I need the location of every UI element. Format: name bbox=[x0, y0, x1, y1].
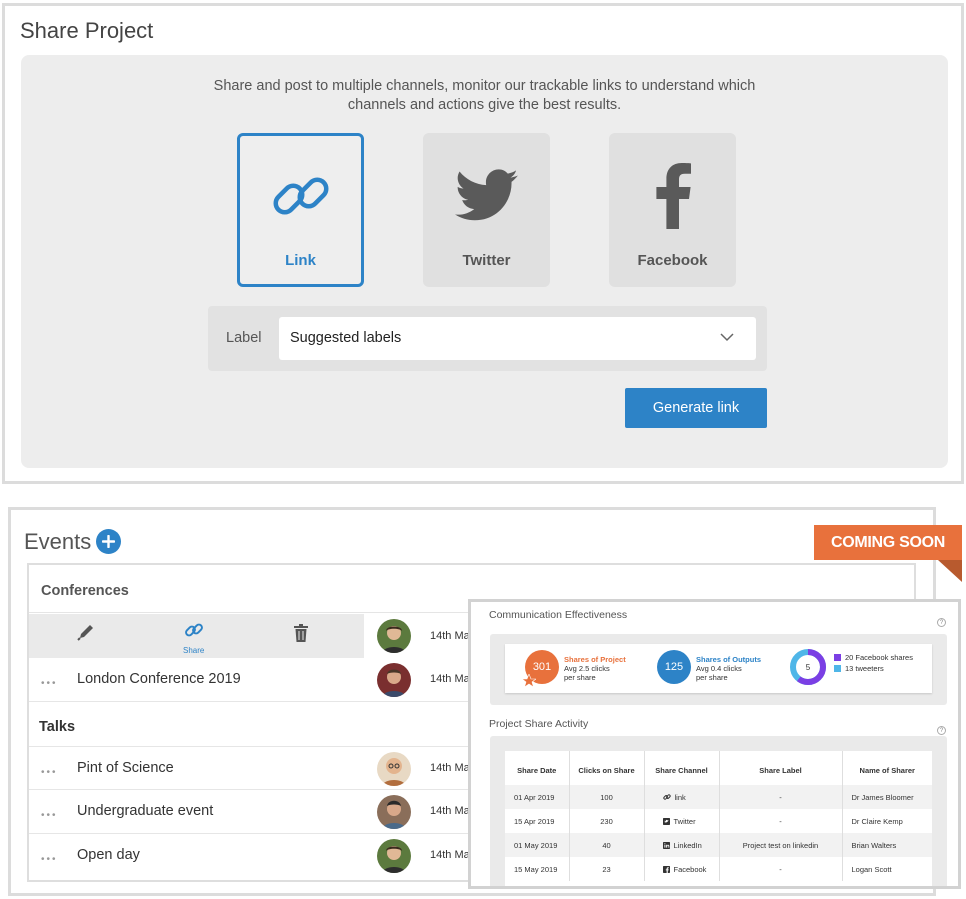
more-options-icon[interactable]: ••• bbox=[41, 678, 58, 689]
column-header: Share Date bbox=[505, 751, 570, 785]
star-icon bbox=[522, 674, 536, 688]
generate-link-button[interactable]: Generate link bbox=[625, 388, 767, 428]
share-activity-card: Share Date Clicks on Share Share Channel… bbox=[505, 751, 932, 886]
twitter-icon bbox=[423, 161, 550, 231]
table-header-row: Share Date Clicks on Share Share Channel… bbox=[505, 751, 932, 785]
section-heading: Conferences bbox=[41, 583, 129, 599]
avatar bbox=[377, 663, 411, 697]
help-icon[interactable]: ? bbox=[937, 618, 946, 627]
table-row: 01 May 2019 40 LinkedIn Project test on … bbox=[505, 833, 932, 857]
pen-icon[interactable] bbox=[75, 623, 95, 648]
label-select[interactable]: Suggested labels bbox=[279, 317, 756, 360]
event-date: 14th Ma bbox=[430, 762, 470, 774]
channel-label: Link bbox=[285, 252, 316, 269]
share-caption: Share bbox=[183, 646, 205, 655]
channel-option-facebook[interactable]: Facebook bbox=[609, 133, 736, 287]
twitter-icon bbox=[662, 817, 670, 825]
communication-stats-box: 301 Shares of Project Avg 2.5 clicks per … bbox=[490, 634, 947, 705]
stat-subtitle: Avg 0.4 clicks per share bbox=[696, 664, 742, 682]
event-name: Open day bbox=[77, 847, 140, 863]
stat-title: Shares of Project bbox=[564, 655, 626, 664]
stat-subtitle: Avg 2.5 clicks per share bbox=[564, 664, 610, 682]
table-row: 01 Apr 2019 100 link - Dr James Bloomer bbox=[505, 785, 932, 809]
trash-icon[interactable] bbox=[293, 624, 309, 647]
column-header: Name of Sharer bbox=[859, 765, 915, 775]
channel-label: Twitter bbox=[462, 252, 511, 269]
link-icon bbox=[184, 623, 204, 644]
event-date: 14th Ma bbox=[430, 630, 470, 642]
more-options-icon[interactable]: ••• bbox=[41, 810, 58, 821]
stat-title: Shares of Outputs bbox=[696, 655, 762, 664]
link-icon bbox=[240, 161, 361, 231]
section-heading-talks: Talks bbox=[39, 719, 76, 735]
avatar bbox=[377, 839, 411, 873]
share-button[interactable]: Share bbox=[183, 620, 204, 655]
label-select-value: Suggested labels bbox=[290, 330, 402, 346]
event-name: London Conference 2019 bbox=[77, 671, 241, 687]
ribbon-fold bbox=[938, 560, 962, 582]
stat-value: 125 bbox=[657, 650, 691, 684]
facebook-icon bbox=[609, 161, 736, 231]
help-icon[interactable]: ? bbox=[937, 726, 946, 735]
share-activity-table: Share Date Clicks on Share Share Channel… bbox=[505, 751, 932, 881]
events-title: Events bbox=[24, 529, 92, 554]
share-project-panel: Share Project Share and post to multiple… bbox=[2, 3, 964, 484]
channel-label: Facebook bbox=[637, 252, 708, 269]
channel-option-twitter[interactable]: Twitter bbox=[423, 133, 550, 287]
label-bar: Label Suggested labels bbox=[208, 306, 767, 371]
more-options-icon[interactable]: ••• bbox=[41, 767, 58, 778]
coming-soon-ribbon: COMING SOON bbox=[814, 525, 962, 560]
column-header: Share Channel bbox=[644, 751, 720, 785]
donut-center-value: 5 bbox=[806, 663, 811, 672]
link-icon bbox=[662, 793, 671, 800]
avatar bbox=[377, 795, 411, 829]
channel-donut: 5 bbox=[789, 648, 827, 691]
channel-option-link[interactable]: Link bbox=[237, 133, 364, 287]
communication-title: Communication Effectiveness bbox=[489, 609, 628, 621]
table-row: 15 May 2019 23 Facebook - Logan Scott bbox=[505, 857, 932, 881]
donut-chart: 5 bbox=[790, 649, 826, 685]
facebook-icon bbox=[662, 865, 670, 873]
share-description: Share and post to multiple channels, mon… bbox=[213, 78, 756, 113]
chevron-down-icon bbox=[720, 330, 734, 349]
share-options-area: Share and post to multiple channels, mon… bbox=[21, 55, 948, 468]
event-date: 14th Ma bbox=[430, 805, 470, 817]
more-options-icon[interactable]: ••• bbox=[41, 854, 58, 865]
column-header: Clicks on Share bbox=[569, 751, 645, 785]
activity-title: Project Share Activity bbox=[489, 718, 589, 730]
event-name: Pint of Science bbox=[77, 760, 174, 776]
legend-item: 20 Facebook shares bbox=[834, 653, 913, 662]
plus-icon[interactable] bbox=[96, 529, 121, 554]
table-row: 15 Apr 2019 230 Twitter - Dr Claire Kemp bbox=[505, 809, 932, 833]
panel-title: Share Project bbox=[20, 18, 154, 43]
column-header: Share Label bbox=[719, 751, 843, 785]
label-caption: Label bbox=[226, 330, 262, 346]
avatar bbox=[377, 619, 411, 653]
event-date: 14th Ma bbox=[430, 849, 470, 861]
legend-item: 13 tweeters bbox=[834, 664, 884, 673]
share-activity-box: Share Date Clicks on Share Share Channel… bbox=[490, 736, 947, 886]
communication-stats-card: 301 Shares of Project Avg 2.5 clicks per … bbox=[505, 644, 932, 693]
analytics-preview: Communication Effectiveness ? 301 Shares… bbox=[468, 599, 961, 889]
avatar bbox=[377, 752, 411, 786]
event-date: 14th Ma bbox=[430, 673, 470, 685]
event-name: Undergraduate event bbox=[77, 803, 214, 819]
linkedin-icon bbox=[662, 841, 670, 849]
